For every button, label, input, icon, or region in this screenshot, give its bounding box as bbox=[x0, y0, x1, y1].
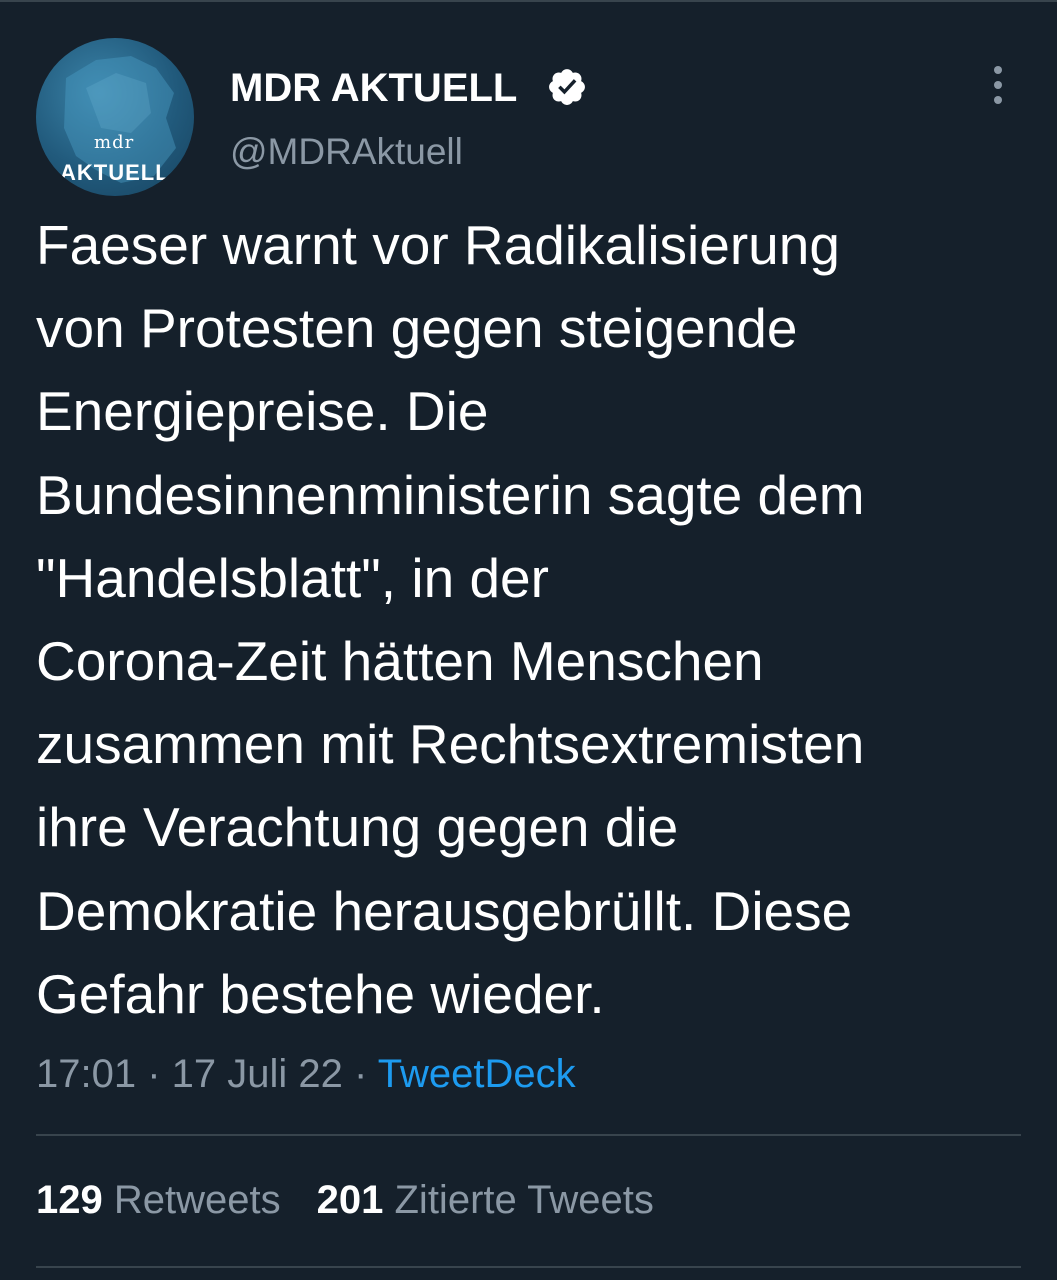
quotes-stat[interactable]: 201 Zitierte Tweets bbox=[317, 1178, 654, 1222]
avatar[interactable]: mdr AKTUELL bbox=[36, 38, 194, 196]
tweet-source-link[interactable]: TweetDeck bbox=[378, 1052, 576, 1096]
top-divider bbox=[0, 0, 1057, 2]
retweets-stat[interactable]: 129 Retweets bbox=[36, 1178, 281, 1222]
avatar-logo-big: AKTUELL bbox=[60, 160, 170, 185]
more-options-icon[interactable] bbox=[985, 66, 1011, 106]
retweets-label: Retweets bbox=[113, 1178, 281, 1222]
tweet-date[interactable]: 17 Juli 22 bbox=[172, 1052, 343, 1096]
meta-separator: · bbox=[136, 1052, 172, 1096]
tweet-time[interactable]: 17:01 bbox=[36, 1052, 136, 1096]
handle[interactable]: @MDRAktuell bbox=[230, 130, 463, 174]
divider-bottom bbox=[36, 1266, 1021, 1268]
tweet-text: Faeser warnt vor Radikalisierung von Pro… bbox=[36, 214, 865, 1025]
tweet-meta: 17:01 · 17 Juli 22 · TweetDeck bbox=[36, 1050, 576, 1098]
tweet-detail: mdr AKTUELL MDR AKTUELL @MDRAktuell Faes… bbox=[0, 0, 1057, 1280]
divider bbox=[36, 1134, 1021, 1136]
verified-badge-icon bbox=[549, 69, 585, 105]
display-name[interactable]: MDR AKTUELL bbox=[230, 66, 517, 110]
meta-separator-2: · bbox=[342, 1052, 378, 1096]
tweet-stats: 129 Retweets 201 Zitierte Tweets bbox=[36, 1176, 654, 1224]
quotes-count: 201 bbox=[316, 1178, 384, 1222]
avatar-logo-small: mdr bbox=[94, 132, 135, 153]
retweets-count: 129 bbox=[36, 1178, 103, 1222]
quotes-label: Zitierte Tweets bbox=[394, 1178, 654, 1222]
